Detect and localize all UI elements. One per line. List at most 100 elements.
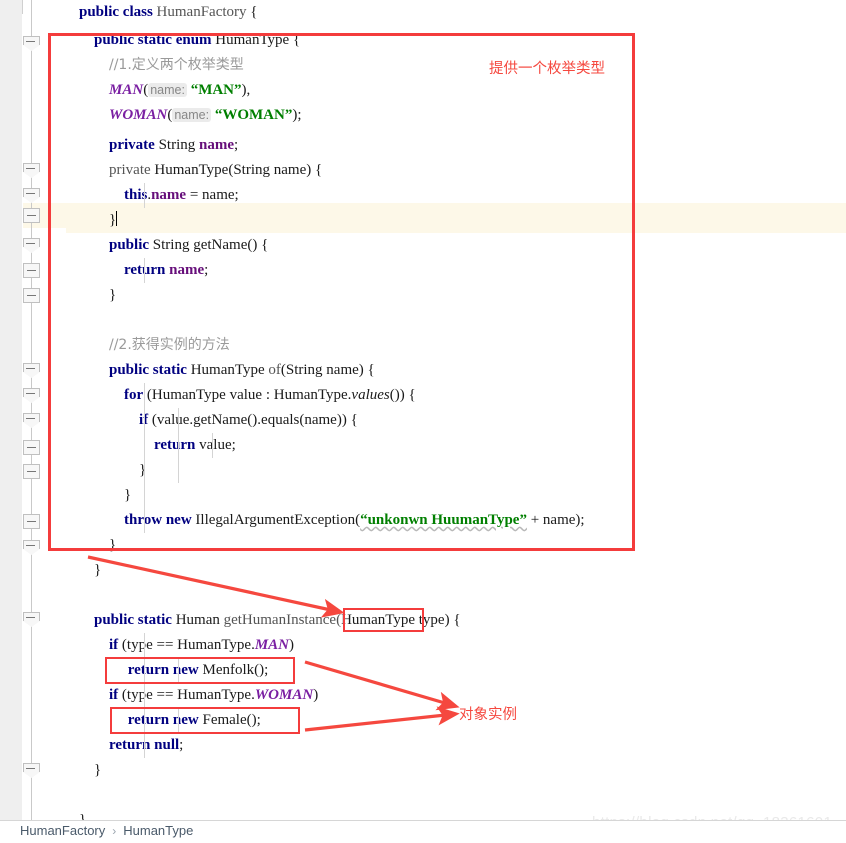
enum-constant-woman: WOMAN [109, 107, 168, 123]
constructor-name: HumanType [154, 162, 229, 178]
method-values: values [351, 387, 390, 403]
constructor-call-female: Female(); [198, 712, 261, 728]
code-line[interactable]: } [66, 483, 846, 508]
keyword-new: new [172, 662, 199, 678]
line-tail: ) [289, 637, 295, 653]
gutter-border [22, 0, 23, 820]
text-caret [116, 211, 118, 226]
code-line[interactable]: public static HumanType of(String name) … [66, 358, 846, 383]
if-expression: (type == HumanType. [121, 637, 255, 653]
type-string: String [158, 137, 196, 153]
brace: } [79, 812, 87, 820]
assignment: = name; [186, 187, 239, 203]
code-line[interactable]: if (type == HumanType.MAN) [66, 633, 846, 658]
method-gethumaninstance: getHumanInstance [223, 612, 337, 628]
for-expression: (HumanType value : HumanType. [146, 387, 352, 403]
if-expression: (type == HumanType. [121, 687, 255, 703]
keyword-if: if [109, 687, 119, 703]
code-line[interactable]: return null; [66, 733, 846, 758]
keyword-private: private [109, 137, 155, 153]
keyword-public: public [109, 237, 150, 253]
keyword-return: return [127, 662, 170, 678]
code-line-current[interactable]: } [33, 208, 846, 233]
param-tail: type) { [415, 612, 461, 628]
code-line[interactable]: private HumanType(String name) { [66, 158, 846, 183]
code-line[interactable]: MAN(name: “MAN”), [66, 78, 846, 103]
code-line[interactable]: return name; [66, 258, 846, 283]
keyword-enum: enum [175, 32, 212, 48]
method-of: of [268, 362, 281, 378]
keyword-public: public [109, 362, 150, 378]
code-line[interactable]: //2.获得实例的方法 [66, 333, 846, 358]
code-line[interactable]: return new Female(); [66, 708, 846, 733]
brace: } [94, 762, 102, 778]
brace: } [124, 487, 132, 503]
code-line[interactable]: for (HumanType value : HumanType.values(… [66, 383, 846, 408]
code-line[interactable]: private String name; [66, 133, 846, 158]
breadcrumb-item-humantype[interactable]: HumanType [123, 823, 193, 838]
code-line[interactable]: return new Menfolk(); [66, 658, 846, 683]
enum-constant-man: MAN [109, 82, 144, 98]
code-content[interactable]: public class HumanFactory { public stati… [33, 0, 846, 820]
brace: } [139, 462, 147, 478]
code-line[interactable]: if (type == HumanType.WOMAN) [66, 683, 846, 708]
class-name: HumanFactory [156, 4, 247, 20]
constructor-params: (String name) [228, 162, 312, 178]
code-line[interactable]: } [66, 283, 846, 308]
keyword-class: class [122, 4, 153, 20]
keyword-return: return [154, 437, 196, 453]
code-editor[interactable]: public class HumanFactory { public stati… [0, 0, 846, 820]
brace: { [292, 32, 301, 48]
keyword-new: new [172, 712, 199, 728]
code-line[interactable]: return value; [66, 433, 846, 458]
code-line[interactable]: } [66, 758, 846, 783]
code-line[interactable]: WOMAN(name: “WOMAN”); [66, 103, 846, 128]
field-name: name [151, 187, 187, 203]
brace: { [367, 362, 375, 378]
code-line[interactable]: //1.定义两个枚举类型 [66, 53, 846, 78]
if-expression: (value.getName().equals(name)) { [151, 412, 358, 428]
breadcrumb[interactable]: HumanFactory › HumanType [20, 820, 193, 842]
param-hint-name: name: [172, 108, 212, 122]
semicolon: ; [179, 737, 184, 753]
comment-define-enums: //1.定义两个枚举类型 [109, 57, 244, 73]
code-line[interactable]: } [66, 533, 846, 558]
code-line[interactable]: } [66, 458, 846, 483]
keyword-return: return [127, 712, 170, 728]
brace: } [94, 562, 102, 578]
brace: { [315, 162, 323, 178]
brace: { [250, 4, 258, 20]
code-line[interactable]: public static enum HumanType { [66, 28, 846, 53]
code-line[interactable]: if (value.getName().equals(name)) { [66, 408, 846, 433]
editor-gutter[interactable] [0, 0, 22, 820]
code-line[interactable]: throw new IllegalArgumentException(“unko… [66, 508, 846, 533]
exception-type: IllegalArgumentException( [195, 512, 361, 528]
keyword-private: private [109, 162, 151, 178]
code-line[interactable]: public class HumanFactory { [66, 0, 846, 25]
comment-get-instance: //2.获得实例的方法 [109, 337, 230, 353]
line-tail: ) [313, 687, 319, 703]
keyword-static: static [152, 362, 187, 378]
annotation-label-object-instance: 对象实例 [459, 707, 517, 723]
keyword-public: public [94, 612, 135, 628]
line-tail: ()) { [389, 387, 416, 403]
return-type: HumanType [190, 362, 265, 378]
code-line[interactable]: public String getName() { [66, 233, 846, 258]
code-line[interactable]: } [66, 558, 846, 583]
breadcrumb-item-humanfactory[interactable]: HumanFactory [20, 823, 105, 838]
semicolon: ; [204, 262, 209, 278]
gutter-top-rule [22, 0, 23, 14]
brace: } [109, 212, 117, 228]
method-getname: getName() [193, 237, 258, 253]
param-type-humantype: HumanType [341, 612, 416, 628]
param-hint-name: name: [148, 83, 187, 97]
brace: } [109, 537, 117, 553]
breadcrumb-separator-icon: › [112, 824, 117, 838]
enum-constant-man: MAN [254, 637, 290, 653]
keyword-for: for [124, 387, 144, 403]
code-line[interactable]: public static Human getHumanInstance(Hum… [66, 608, 846, 633]
enum-constant-woman: WOMAN [254, 687, 314, 703]
line-tail: ); [292, 107, 302, 123]
field-name: name [169, 262, 205, 278]
code-line[interactable]: this.name = name; [66, 183, 846, 208]
